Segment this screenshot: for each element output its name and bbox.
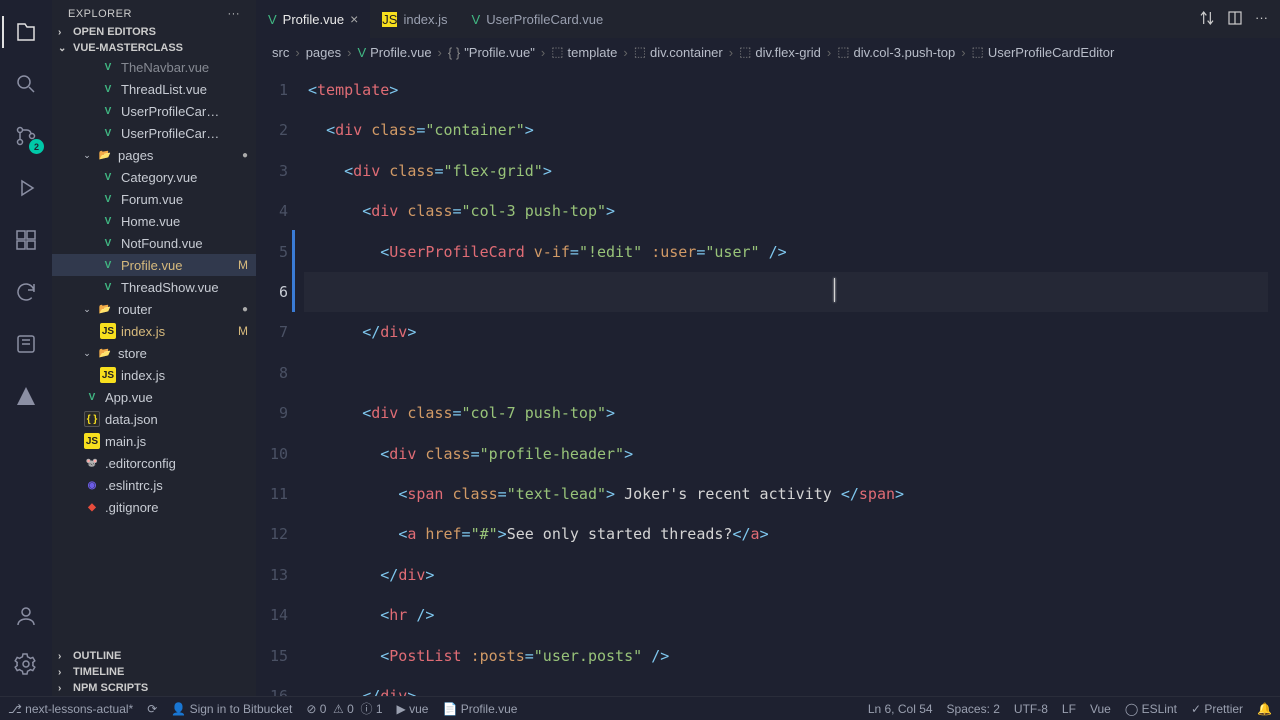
encoding-indicator[interactable]: UTF-8 — [1014, 702, 1048, 716]
compare-icon[interactable] — [1199, 10, 1215, 29]
file-item[interactable]: VUserProfileCar… — [52, 100, 256, 122]
scm-badge: 2 — [29, 139, 44, 154]
code-content[interactable]: <template> <div class="container"> <div … — [304, 66, 1270, 696]
sync-icon[interactable]: ⟳ — [147, 702, 157, 716]
notifications-icon[interactable]: 🔔 — [1257, 702, 1272, 716]
file-profile[interactable]: VProfile.vueM — [52, 254, 256, 276]
file-item[interactable]: VCategory.vue — [52, 166, 256, 188]
file-item[interactable]: VTheNavbar.vue — [52, 56, 256, 78]
file-item[interactable]: VNotFound.vue — [52, 232, 256, 254]
open-editors-section[interactable]: ›OPEN EDITORS — [52, 24, 256, 40]
close-icon[interactable]: × — [350, 11, 358, 27]
folder-pages[interactable]: ⌄📂pages● — [52, 144, 256, 166]
code-editor[interactable]: 12345678910111213141516 <template> <div … — [256, 66, 1280, 696]
breadcrumb[interactable]: src› pages› VProfile.vue› { } "Profile.v… — [256, 38, 1280, 66]
prettier-indicator[interactable]: ✓ Prettier — [1191, 702, 1243, 716]
editor: VProfile.vue× JSindex.js VUserProfileCar… — [256, 0, 1280, 696]
file-item[interactable]: JSmain.js — [52, 430, 256, 452]
folder-store[interactable]: ⌄📂store — [52, 342, 256, 364]
tab-bar: VProfile.vue× JSindex.js VUserProfileCar… — [256, 0, 1280, 38]
file-item[interactable]: ◉.eslintrc.js — [52, 474, 256, 496]
file-item[interactable]: JSindex.jsM — [52, 320, 256, 342]
file-item[interactable]: VHome.vue — [52, 210, 256, 232]
search-icon[interactable] — [2, 60, 50, 108]
line-gutter: 12345678910111213141516 — [256, 66, 304, 696]
file-item[interactable]: VForum.vue — [52, 188, 256, 210]
explorer-icon[interactable] — [2, 8, 50, 56]
bookmark-icon[interactable] — [2, 372, 50, 420]
status-bar: ⎇ next-lessons-actual* ⟳ 👤 Sign in to Bi… — [0, 696, 1280, 720]
refresh-icon[interactable] — [2, 268, 50, 316]
file-item[interactable]: { }data.json — [52, 408, 256, 430]
settings-icon[interactable] — [2, 640, 50, 688]
split-icon[interactable] — [1227, 10, 1243, 29]
extensions-icon[interactable] — [2, 216, 50, 264]
more-icon[interactable]: ··· — [1255, 10, 1268, 29]
folder-router[interactable]: ⌄📂router● — [52, 298, 256, 320]
file-item[interactable]: VUserProfileCar… — [52, 122, 256, 144]
signin-button[interactable]: 👤 Sign in to Bitbucket — [171, 702, 292, 716]
minimap[interactable] — [1270, 66, 1280, 696]
cursor-position[interactable]: Ln 6, Col 54 — [868, 702, 933, 716]
lang-badge[interactable]: ▶ vue — [397, 702, 429, 716]
file-tree: VTheNavbar.vue VThreadList.vue VUserProf… — [52, 56, 256, 648]
timeline-section[interactable]: ›TIMELINE — [52, 664, 256, 680]
more-icon[interactable]: ··· — [228, 8, 241, 20]
project-icon[interactable] — [2, 320, 50, 368]
indent-indicator[interactable]: Spaces: 2 — [947, 702, 1000, 716]
file-item[interactable]: JSindex.js — [52, 364, 256, 386]
tab-index[interactable]: JSindex.js — [370, 0, 459, 38]
account-icon[interactable] — [2, 592, 50, 640]
tab-profile[interactable]: VProfile.vue× — [256, 0, 370, 38]
file-badge[interactable]: 📄 Profile.vue — [442, 702, 517, 716]
file-item[interactable]: VThreadList.vue — [52, 78, 256, 100]
branch-indicator[interactable]: ⎇ next-lessons-actual* — [8, 702, 133, 716]
language-indicator[interactable]: Vue — [1090, 702, 1111, 716]
activity-bar: 2 — [0, 0, 52, 696]
outline-section[interactable]: ›OUTLINE — [52, 648, 256, 664]
npm-section[interactable]: ›NPM SCRIPTS — [52, 680, 256, 696]
file-item[interactable]: VApp.vue — [52, 386, 256, 408]
debug-icon[interactable] — [2, 164, 50, 212]
text-cursor — [834, 278, 835, 302]
explorer-title: EXPLORER··· — [52, 0, 256, 24]
problems-indicator[interactable]: ⊘ 0 ⚠ 0 ⓘ 1 — [306, 700, 382, 717]
source-control-icon[interactable]: 2 — [2, 112, 50, 160]
explorer-sidebar: EXPLORER··· ›OPEN EDITORS ⌄VUE-MASTERCLA… — [52, 0, 256, 696]
eol-indicator[interactable]: LF — [1062, 702, 1076, 716]
file-item[interactable]: VThreadShow.vue — [52, 276, 256, 298]
tab-userprofilecard[interactable]: VUserProfileCard.vue — [460, 0, 616, 38]
file-item[interactable]: ◆.gitignore — [52, 496, 256, 518]
eslint-indicator[interactable]: ◯ ESLint — [1125, 702, 1177, 716]
project-section[interactable]: ⌄VUE-MASTERCLASS — [52, 40, 256, 56]
file-item[interactable]: 🐭.editorconfig — [52, 452, 256, 474]
